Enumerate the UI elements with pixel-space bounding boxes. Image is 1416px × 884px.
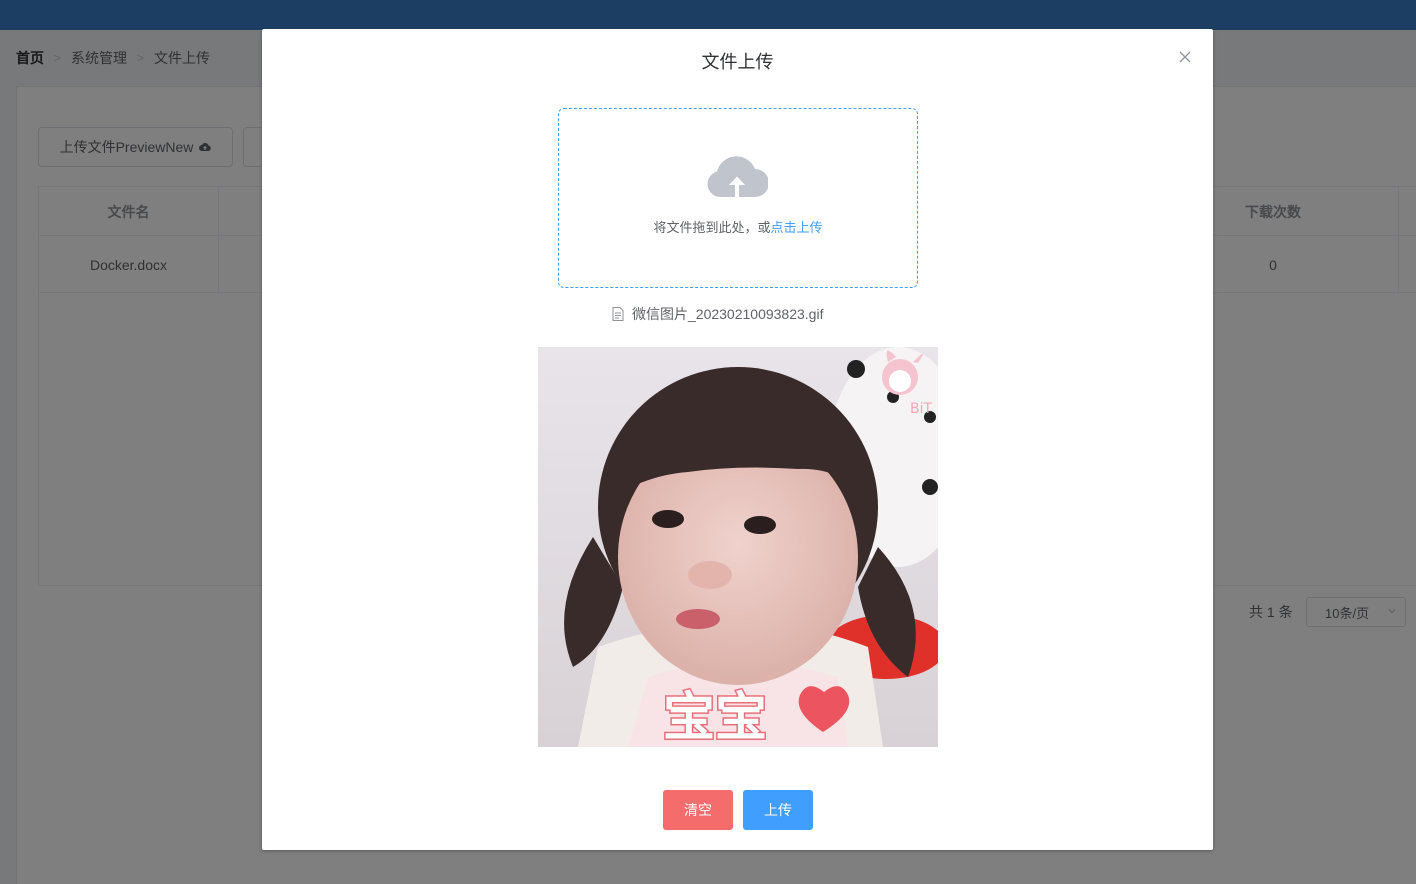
upload-file-item[interactable]: 微信图片_20230210093823.gif xyxy=(612,304,872,324)
cloud-upload-icon xyxy=(707,156,768,197)
dropzone-hint-text: 将文件拖到此处，或 xyxy=(653,220,771,235)
upload-button[interactable]: 上传 xyxy=(743,790,813,830)
close-icon[interactable] xyxy=(1178,50,1192,64)
upload-dialog: 文件上传 将文件拖到此处，或点击上传 微信图片_20230210093823.g… xyxy=(262,29,1213,850)
dialog-title: 文件上传 xyxy=(701,52,774,72)
click-upload-link[interactable]: 点击上传 xyxy=(771,220,823,235)
dropzone-hint: 将文件拖到此处，或点击上传 xyxy=(559,217,917,236)
upload-file-name: 微信图片_20230210093823.gif xyxy=(632,306,824,322)
preview-caption: 宝宝 xyxy=(663,688,767,747)
preview-watermark: BiT xyxy=(910,401,932,417)
document-icon xyxy=(612,307,624,321)
upload-dropzone[interactable]: 将文件拖到此处，或点击上传 xyxy=(558,108,918,288)
clear-button[interactable]: 清空 xyxy=(663,790,733,830)
image-preview: 宝宝 BiT xyxy=(538,347,938,747)
